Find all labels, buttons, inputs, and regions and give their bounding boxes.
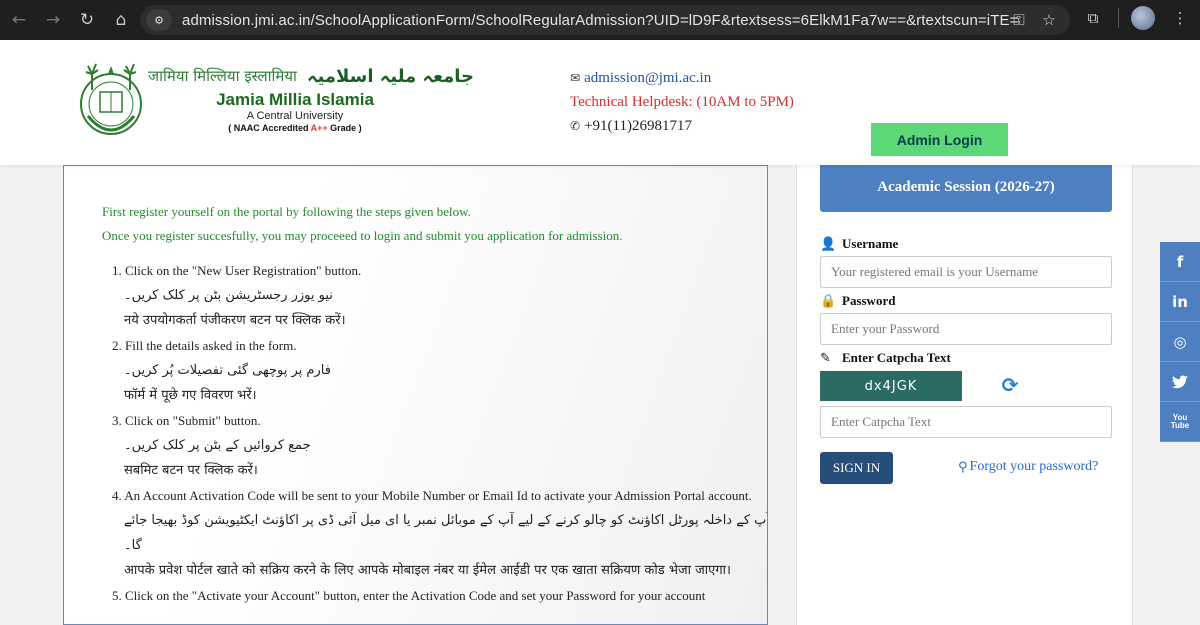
toolbar-divider [1118,8,1119,28]
username-label-text: Username [842,236,899,251]
captcha-input[interactable] [820,406,1112,438]
jmi-emblem-logo [80,63,142,135]
password-label-text: Password [842,293,896,308]
academic-session-banner: Academic Session (2026-27) [820,157,1112,212]
password-input[interactable] [820,313,1112,345]
intro-line-1: First register yourself on the portal by… [102,204,471,219]
youtube-label-bottom: Tube [1170,420,1190,430]
registration-instructions-panel: First register yourself on the portal by… [63,165,768,625]
forgot-password-link[interactable]: ⚲ Forgot your password? [958,459,1098,475]
step-hindi: आपके प्रवेश पोर्टल खाते को सक्रिय करने क… [124,563,731,578]
step-english: 3. Click on "Submit" button. [112,413,261,428]
contact-phone: +91(11)26981717 [584,118,692,134]
password-key-icon[interactable]: ⚿ [1008,9,1030,31]
captcha-image: dx4JGK [820,371,962,401]
reload-icon[interactable]: ↻ [72,5,102,35]
sign-in-button[interactable]: SIGN IN [820,452,893,484]
step-english: 4. An Account Activation Code will be se… [112,488,752,503]
password-label: 🔒 Password [820,293,895,309]
profile-avatar[interactable] [1131,6,1155,30]
forward-icon[interactable]: → [38,5,68,35]
captcha-label: ✎ Enter Catpcha Text [820,350,951,366]
step-4: 4. An Account Activation Code will be se… [112,483,768,583]
youtube-icon[interactable]: You Tube [1160,402,1200,442]
step-2: 2. Fill the details asked in the form. ف… [112,333,767,408]
twitter-icon[interactable] [1160,362,1200,402]
helpdesk-hours: Technical Helpdesk: (10AM to 5PM) [570,94,794,110]
step-english: 1. Click on the "New User Registration" … [112,263,362,278]
address-bar[interactable]: ⚙ admission.jmi.ac.in/SchoolApplicationF… [140,5,1070,35]
brand-name: Jamia Millia Islamia [216,90,374,109]
twitter-bird-shape [1172,375,1188,388]
admin-login-button[interactable]: Admin Login [871,123,1008,156]
naac-accreditation: ( NAAC Accredited A++ Grade ) [150,123,440,133]
step-urdu: فارم پر پوچھی گئی تفصیلات پُر کریں۔ [124,363,331,378]
step-1: 1. Click on the "New User Registration" … [112,258,767,333]
contact-info: ✉ admission@jmi.ac.in Technical Helpdesk:… [570,66,794,138]
step-urdu: آپ کے داخلہ پورٹل اکاؤنٹ کو چالو کرنے کے… [124,513,768,553]
step-hindi: फॉर्म में पूछे गए विवरण भरें। [124,388,257,403]
extensions-icon[interactable]: ⧉ [1080,5,1106,31]
back-icon[interactable]: ← [4,5,34,35]
site-header: जामिया मिल्लिया इस्लामिया جامعہ ملیہ اسل… [0,40,1200,165]
key-icon: ⚲ [958,459,968,475]
youtube-label: You Tube [1170,413,1190,430]
intro-text: First register yourself on the portal by… [102,200,622,248]
browser-menu-icon[interactable]: ⋮ [1167,5,1193,31]
site-settings-icon[interactable]: ⚙ [146,9,172,31]
naac-prefix: ( NAAC Accredited [228,123,311,133]
naac-grade: A++ [310,123,328,133]
captcha-label-text: Enter Catpcha Text [842,350,951,365]
step-urdu: نیو یوزر رجسٹریشن بٹن پر کلک کریں۔ [124,288,333,303]
step-3: 3. Click on "Submit" button. جمع کروائیں… [112,408,767,483]
academic-session-text: Academic Session (2026-27) [877,179,1055,195]
home-icon[interactable]: ⌂ [106,5,136,35]
step-hindi: नये उपयोगकर्ता पंजीकरण बटन पर क्लिक करें… [124,313,346,328]
brand-subtitle: A Central University [246,110,344,122]
facebook-icon[interactable]: f [1160,242,1200,282]
linkedin-icon[interactable]: in [1160,282,1200,322]
naac-suffix: Grade ) [327,123,362,133]
step-5: 5. Click on the "Activate your Account" … [112,583,767,608]
step-english: 5. Click on the "Activate your Account" … [112,588,706,603]
step-english: 2. Fill the details asked in the form. [112,338,297,353]
step-hindi: सबमिट बटन पर क्लिक करें। [124,463,258,478]
brand-hindi-name: जामिया मिल्लिया इस्लामिया [148,67,297,85]
login-panel: Academic Session (2026-27) 👤 Username 🔒 … [796,157,1133,625]
contact-email[interactable]: admission@jmi.ac.in [584,70,711,86]
instagram-icon[interactable]: ◎ [1160,322,1200,362]
brand-urdu-name: جامعہ ملیہ اسلامیہ [306,65,475,87]
brand-multilingual-name: जामिया मिल्लिया इस्लामिया جامعہ ملیہ اسل… [148,64,478,88]
username-label: 👤 Username [820,236,898,252]
steps-list: 1. Click on the "New User Registration" … [112,258,768,608]
intro-line-2: Once you register succesfully, you may p… [102,228,623,243]
refresh-captcha-icon[interactable]: ⟳ [998,372,1022,398]
username-input[interactable] [820,256,1112,288]
lock-icon: 🔒 [820,293,837,309]
user-icon: 👤 [820,236,837,252]
step-urdu: جمع کروائیں کے بٹن پر کلک کریں۔ [124,438,311,453]
browser-toolbar: ← → ↻ ⌂ ⚙ admission.jmi.ac.in/SchoolAppl… [0,0,1200,40]
edit-icon: ✎ [820,350,831,366]
forgot-password-text[interactable]: Forgot your password? [970,459,1099,475]
social-media-bar: f in ◎ You Tube [1160,242,1200,442]
url-text[interactable]: admission.jmi.ac.in/SchoolApplicationFor… [182,12,1018,29]
phone-icon: ✆ [570,119,581,133]
bookmark-star-icon[interactable]: ☆ [1038,9,1060,31]
envelope-icon: ✉ [570,71,581,85]
